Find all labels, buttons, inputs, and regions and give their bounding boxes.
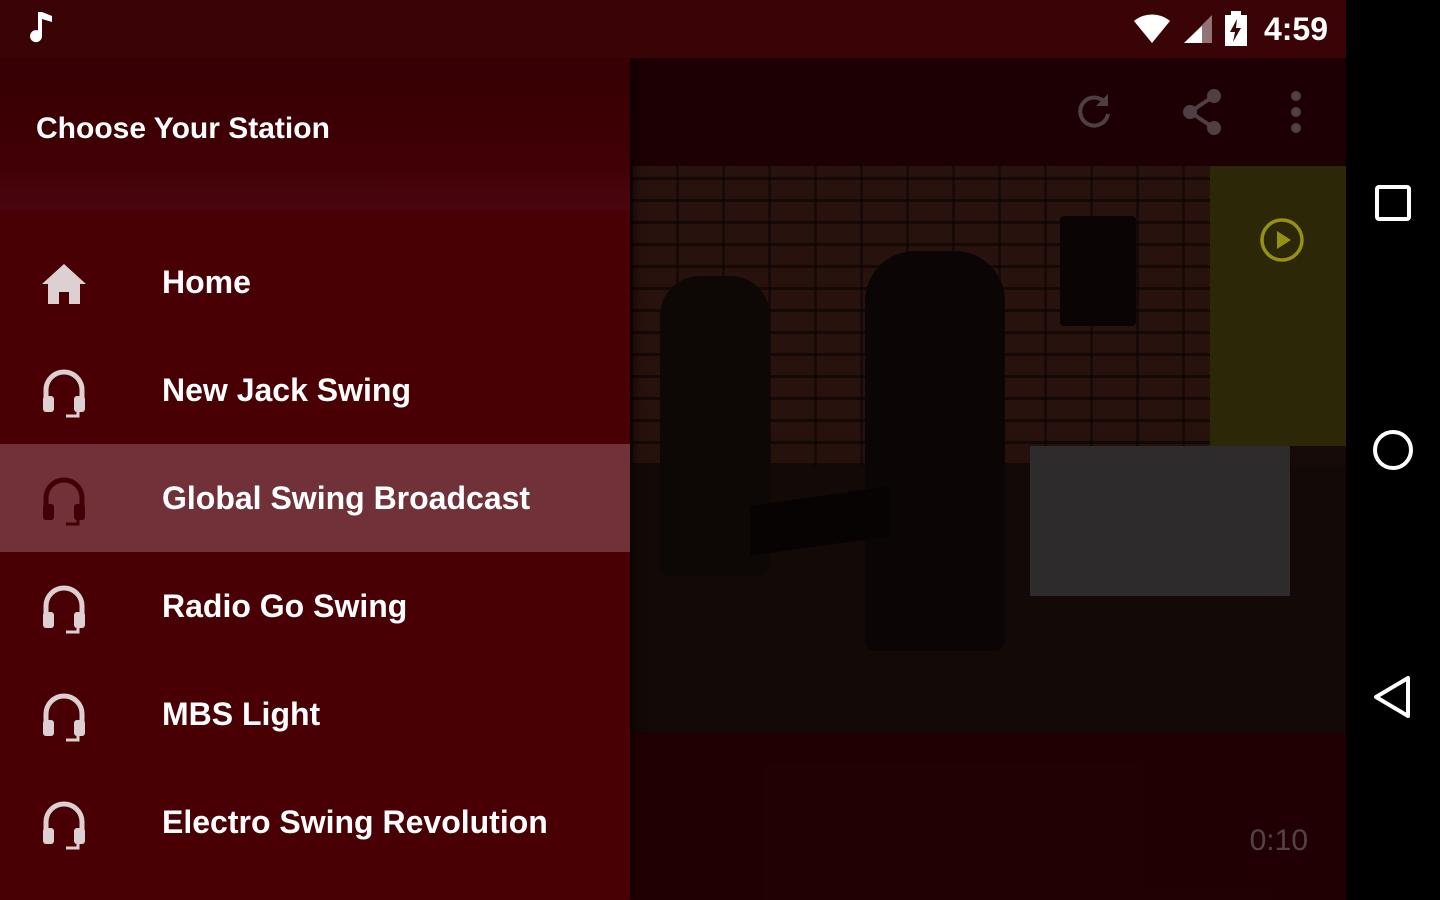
battery-charging-icon (1224, 11, 1247, 46)
drawer-header: Choose Your Station (0, 58, 630, 210)
station-artwork (630, 166, 1346, 732)
drawer-item-mbs-light[interactable]: MBS Light (0, 660, 630, 768)
headphones-icon (43, 477, 85, 526)
status-bar: 4:59 (0, 0, 1346, 58)
singer (865, 251, 1005, 651)
player-panel: 0:10 (630, 58, 1346, 900)
drawer-item-label: MBS Light (162, 695, 321, 732)
drawer-item-global-swing-broadcast[interactable]: Global Swing Broadcast (0, 444, 630, 552)
drawer-item-label: Radio Go Swing (162, 587, 408, 624)
drawer-item-label: Global Swing Broadcast (162, 479, 531, 516)
drawer-item-radio-go-swing[interactable]: Radio Go Swing (0, 552, 630, 660)
home-button[interactable] (1368, 425, 1418, 475)
app-toolbar (630, 58, 1346, 166)
drawer-item-label: New Jack Swing (162, 371, 411, 408)
drawer-title: Choose Your Station (36, 112, 330, 145)
share-icon (1183, 89, 1221, 135)
playback-bar: 0:10 (630, 732, 1346, 900)
back-button[interactable] (1368, 672, 1418, 722)
circle-icon (1373, 430, 1413, 470)
headphones-icon (43, 801, 85, 850)
music-note-icon (30, 12, 52, 43)
headphones-icon (43, 693, 85, 742)
overflow-menu-button[interactable] (1268, 84, 1324, 140)
headphones-icon (43, 369, 85, 418)
yellow-wall (1210, 166, 1346, 446)
elapsed-time: 0:10 (1249, 824, 1308, 857)
refresh-button[interactable] (1066, 84, 1122, 140)
drawer-item-home[interactable]: Home (0, 228, 630, 336)
wifi-icon (1133, 14, 1170, 44)
headphones-icon (43, 585, 85, 634)
status-indicators: 4:59 (1132, 8, 1328, 50)
stage-riser (1030, 446, 1290, 596)
home-icon (42, 264, 86, 304)
navigation-drawer: Choose Your Station Home New Jack Swing (0, 58, 630, 900)
drawer-item-new-jack-swing[interactable]: New Jack Swing (0, 336, 630, 444)
speaker (1060, 216, 1136, 326)
square-icon (1375, 185, 1411, 221)
play-circle-icon[interactable] (1258, 216, 1306, 264)
more-vert-icon (1291, 91, 1301, 133)
share-button[interactable] (1174, 84, 1230, 140)
system-nav-bar (1346, 0, 1440, 900)
drawer-item-label: Electro Swing Revolution (162, 803, 548, 840)
app-screen: 4:59 0:10 Choose Your Station Home New J… (0, 0, 1346, 900)
triangle-back-icon (1374, 676, 1410, 718)
clock: 4:59 (1263, 10, 1328, 47)
refresh-icon (1078, 94, 1110, 128)
drawer-item-label: Home (162, 263, 251, 300)
drawer-item-electro-swing-revolution[interactable]: Electro Swing Revolution (0, 768, 630, 876)
station-list: Home New Jack Swing Global Swing Broadca… (0, 228, 630, 876)
recents-button[interactable] (1368, 178, 1418, 228)
cellular-signal-icon (1183, 15, 1212, 43)
